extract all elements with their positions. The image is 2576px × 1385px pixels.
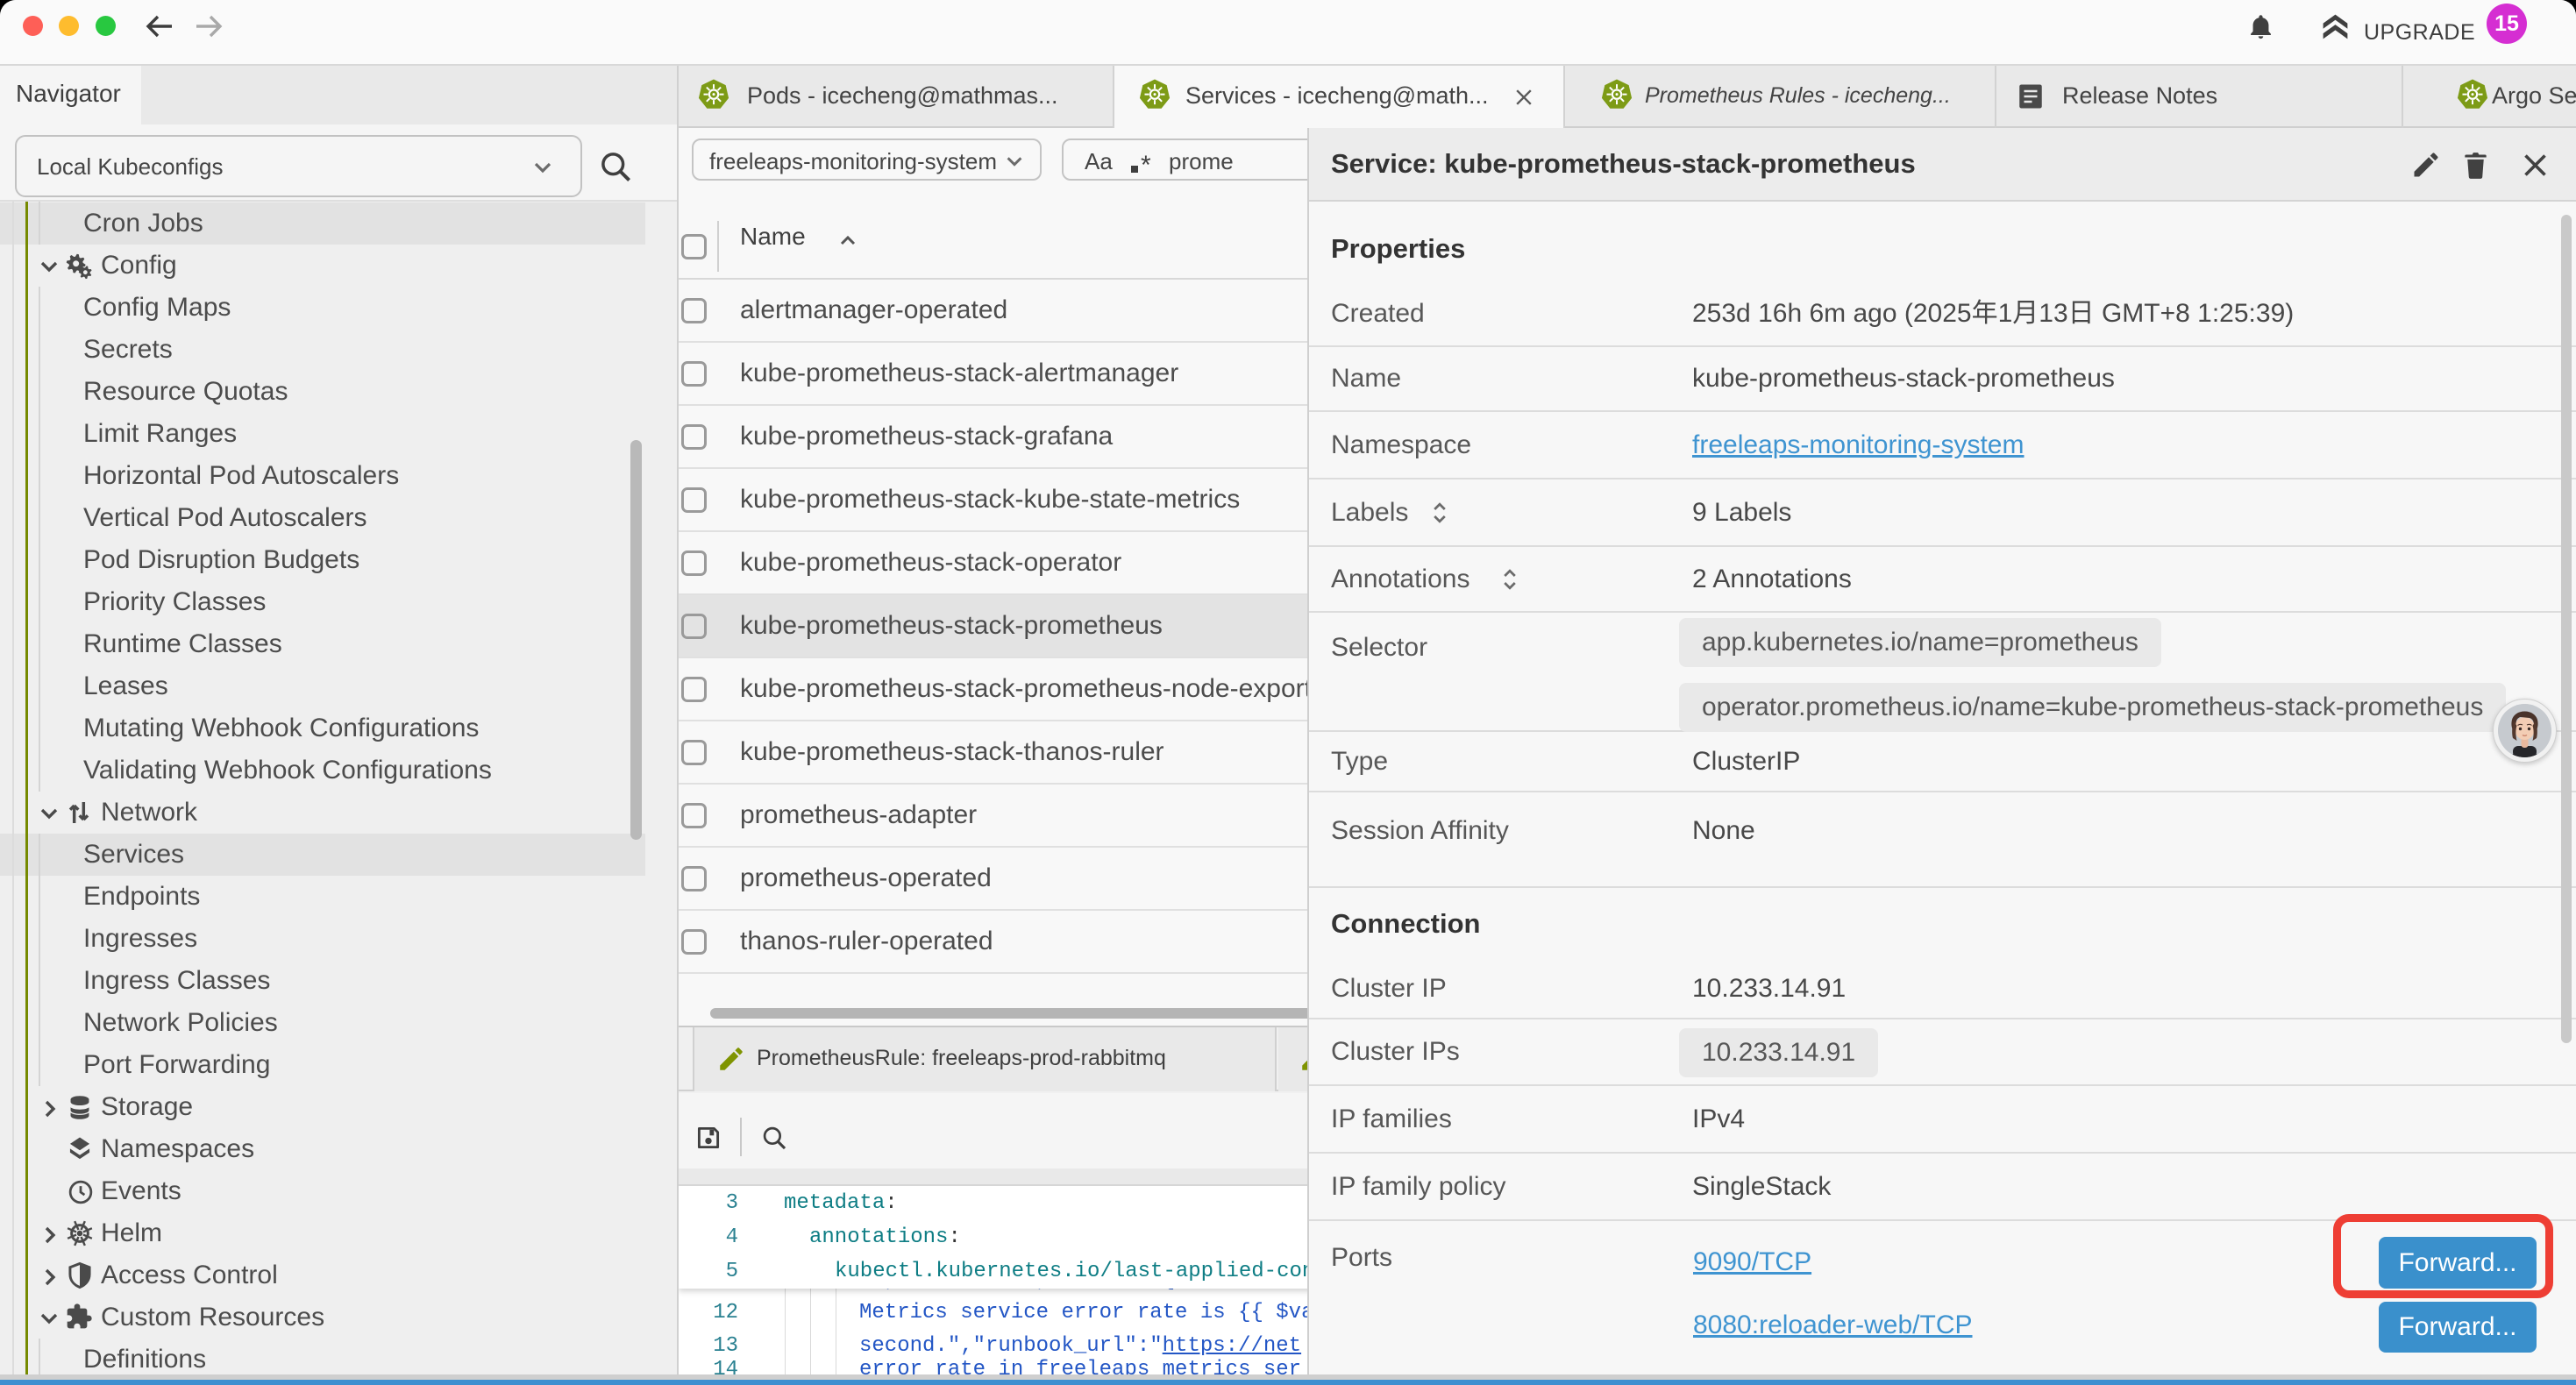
- svg-text:*: *: [1141, 151, 1151, 176]
